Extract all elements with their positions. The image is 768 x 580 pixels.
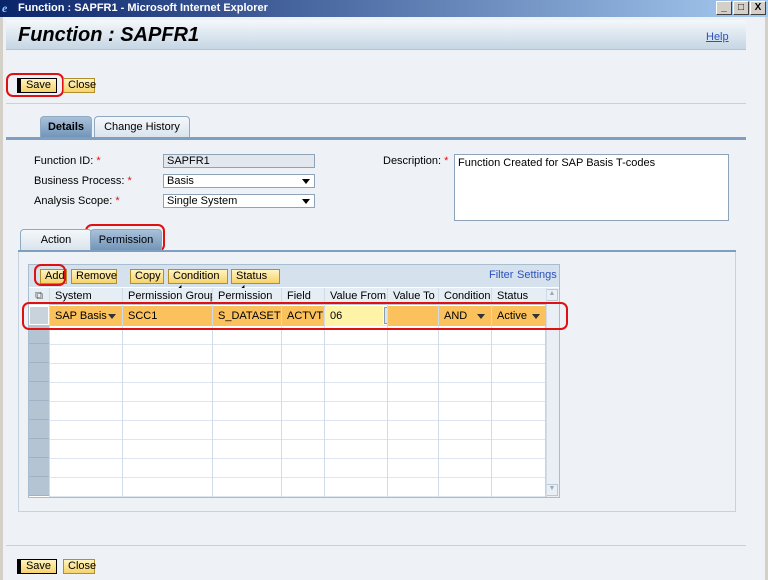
analysis-scope-select[interactable]: Single System — [163, 194, 315, 208]
ie-icon: e — [2, 1, 8, 15]
tab-change-history[interactable]: Change History — [94, 116, 190, 138]
function-id-field: SAPFR1 — [163, 154, 315, 168]
permission-table: Add Remove Copy Condition ◢ Status ◢ Fil… — [28, 264, 560, 498]
tab-details[interactable]: Details — [40, 116, 92, 138]
row-divider — [49, 477, 545, 478]
tab-action[interactable]: Action — [20, 229, 92, 251]
row-selector[interactable] — [29, 363, 49, 382]
footer-close-button[interactable]: Close — [63, 559, 96, 574]
row-divider — [49, 420, 545, 421]
help-link[interactable]: Help — [706, 31, 729, 43]
save-button[interactable]: Save — [17, 78, 57, 93]
analysis-scope-label: Analysis Scope: * — [34, 195, 120, 207]
close-window-button[interactable]: X — [750, 1, 766, 15]
row-divider — [49, 496, 545, 497]
row-selector[interactable] — [29, 458, 49, 477]
row-divider — [49, 401, 545, 402]
business-process-select[interactable]: Basis — [163, 174, 315, 188]
row-selector[interactable] — [29, 420, 49, 439]
divider — [6, 103, 746, 104]
scroll-up-button[interactable]: ▲ — [546, 289, 558, 301]
tab-permission[interactable]: Permission — [90, 229, 162, 251]
scroll-down-button[interactable]: ▼ — [546, 484, 558, 496]
highlight-row — [22, 302, 568, 330]
description-label: Description: * — [383, 155, 449, 167]
page-title: Function : SAPFR1 — [18, 24, 200, 46]
row-divider — [49, 439, 545, 440]
row-selector[interactable] — [29, 382, 49, 401]
divider — [6, 545, 746, 546]
row-selector[interactable] — [29, 439, 49, 458]
row-divider — [49, 382, 545, 383]
window-title: Function : SAPFR1 - Microsoft Internet E… — [18, 2, 268, 14]
row-divider — [49, 458, 545, 459]
highlight-add — [34, 264, 66, 286]
window-title-bar: Function : SAPFR1 - Microsoft Internet E… — [0, 0, 768, 17]
function-id-label: Function ID: * — [34, 155, 101, 167]
maximize-button[interactable]: □ — [733, 1, 749, 15]
close-button[interactable]: Close — [63, 78, 96, 93]
row-divider — [49, 363, 545, 364]
row-divider — [49, 344, 545, 345]
row-selector[interactable] — [29, 401, 49, 420]
footer-save-button[interactable]: Save — [17, 559, 57, 574]
description-textarea[interactable]: Function Created for SAP Basis T-codes — [454, 154, 729, 221]
business-process-label: Business Process: * — [34, 175, 132, 187]
minimize-button[interactable]: _ — [716, 1, 732, 15]
row-selector[interactable] — [29, 344, 49, 363]
tab-panel-border — [6, 137, 746, 140]
row-selector[interactable] — [29, 477, 49, 496]
